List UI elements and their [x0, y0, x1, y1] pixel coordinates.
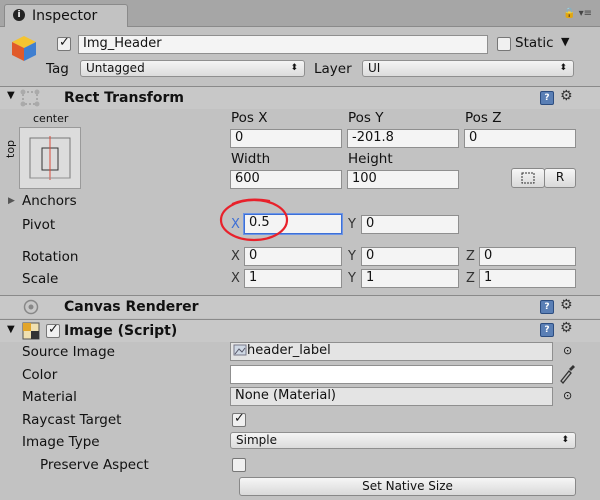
- pivot-y-letter: Y: [348, 217, 356, 232]
- layer-dropdown[interactable]: UI ⬍: [362, 60, 574, 77]
- canvas-renderer-icon: [23, 299, 39, 315]
- scale-y-input[interactable]: 1: [361, 269, 459, 288]
- object-picker-icon[interactable]: ⊙: [563, 389, 572, 402]
- pos-z-label: Pos Z: [465, 110, 502, 126]
- anchors-label[interactable]: Anchors: [22, 193, 77, 209]
- dropdown-arrow-icon: ⬍: [561, 435, 569, 445]
- tab-inspector[interactable]: i Inspector: [4, 4, 128, 27]
- image-enabled-checkbox[interactable]: [46, 322, 60, 338]
- preserve-aspect-checkbox[interactable]: [232, 458, 246, 472]
- pivot-y-input[interactable]: 0: [361, 215, 459, 234]
- rotation-y-letter: Y: [348, 249, 356, 264]
- rotation-z-letter: Z: [466, 249, 475, 264]
- static-label: Static: [515, 35, 554, 51]
- active-checkbox[interactable]: [57, 35, 71, 51]
- dropdown-arrow-icon: ⬍: [559, 63, 567, 73]
- preserve-aspect-label: Preserve Aspect: [40, 457, 149, 473]
- width-input[interactable]: 600: [230, 170, 342, 189]
- scale-z-letter: Z: [466, 271, 475, 286]
- scale-z-input[interactable]: 1: [479, 269, 576, 288]
- static-checkbox[interactable]: [497, 37, 511, 51]
- object-picker-icon[interactable]: ⊙: [563, 344, 572, 357]
- help-icon[interactable]: ?: [540, 300, 554, 314]
- blueprint-mode-button[interactable]: [511, 168, 545, 188]
- source-image-field[interactable]: header_label: [230, 342, 553, 361]
- pos-x-input[interactable]: 0: [230, 129, 342, 148]
- eyedropper-icon[interactable]: [558, 364, 576, 384]
- pivot-label: Pivot: [22, 217, 56, 233]
- rect-transform-title: Rect Transform: [64, 90, 185, 106]
- pos-y-label: Pos Y: [348, 110, 384, 126]
- gameobject-cube-icon: [12, 36, 36, 61]
- color-label: Color: [22, 367, 58, 383]
- material-field[interactable]: None (Material): [230, 387, 553, 406]
- blueprint-icon: [521, 172, 535, 184]
- gear-icon[interactable]: ⚙: [560, 297, 573, 313]
- rotation-x-input[interactable]: 0: [244, 247, 342, 266]
- width-label: Width: [231, 151, 271, 167]
- help-icon[interactable]: ?: [540, 91, 554, 105]
- rotation-x-letter: X: [231, 249, 240, 264]
- anchor-center-label: center: [33, 112, 69, 125]
- source-image-value: header_label: [247, 343, 331, 358]
- tag-value: Untagged: [86, 61, 145, 75]
- help-icon[interactable]: ?: [540, 323, 554, 337]
- tab-bar: i Inspector 🔒 ▾≡: [0, 0, 600, 27]
- scale-x-input[interactable]: 1: [244, 269, 342, 288]
- anchor-presets-button[interactable]: [19, 127, 81, 189]
- anchor-preset-icon: [29, 136, 71, 180]
- info-icon: i: [13, 9, 25, 21]
- source-image-label: Source Image: [22, 344, 115, 360]
- material-label: Material: [22, 389, 77, 405]
- color-field[interactable]: [230, 365, 553, 384]
- layer-value: UI: [368, 61, 381, 75]
- image-type-dropdown[interactable]: Simple ⬍: [230, 432, 576, 449]
- image-type-value: Simple: [236, 433, 277, 447]
- height-label: Height: [348, 151, 393, 167]
- pos-z-input[interactable]: 0: [464, 129, 576, 148]
- raw-edit-button[interactable]: R: [544, 168, 576, 188]
- scale-x-letter: X: [231, 271, 240, 286]
- tab-inspector-label: Inspector: [32, 8, 98, 24]
- object-name-input[interactable]: Img_Header: [78, 35, 488, 54]
- lock-menu-icon[interactable]: 🔒 ▾≡: [563, 8, 592, 19]
- image-component-icon: [22, 322, 40, 340]
- gear-icon[interactable]: ⚙: [560, 320, 573, 336]
- raycast-target-label: Raycast Target: [22, 412, 122, 428]
- pos-x-label: Pos X: [231, 110, 268, 126]
- tag-dropdown[interactable]: Untagged ⬍: [80, 60, 305, 77]
- scale-label: Scale: [22, 271, 59, 287]
- anchor-top-label: top: [4, 139, 17, 158]
- pos-y-input[interactable]: -201.8: [347, 129, 459, 148]
- foldout-open-icon[interactable]: ▼: [7, 90, 15, 101]
- dropdown-arrow-icon: ⬍: [290, 63, 298, 73]
- canvas-renderer-title: Canvas Renderer: [64, 299, 199, 315]
- annotation-circle: [219, 198, 289, 242]
- tag-label: Tag: [46, 61, 69, 77]
- sprite-icon: [233, 344, 247, 356]
- rect-transform-icon: [20, 89, 40, 107]
- height-input[interactable]: 100: [347, 170, 459, 189]
- layer-label: Layer: [314, 61, 352, 77]
- rotation-y-input[interactable]: 0: [361, 247, 459, 266]
- set-native-size-button[interactable]: Set Native Size: [239, 477, 576, 496]
- rotation-z-input[interactable]: 0: [479, 247, 576, 266]
- image-script-title: Image (Script): [64, 323, 178, 339]
- foldout-closed-icon[interactable]: ▶: [8, 196, 15, 206]
- gear-icon[interactable]: ⚙: [560, 88, 573, 104]
- image-type-label: Image Type: [22, 434, 100, 450]
- foldout-open-icon[interactable]: ▼: [7, 324, 15, 335]
- raycast-target-checkbox[interactable]: [232, 411, 246, 427]
- scale-y-letter: Y: [348, 271, 356, 286]
- rotation-label: Rotation: [22, 249, 79, 265]
- static-dropdown-arrow-icon[interactable]: ▼: [561, 35, 569, 48]
